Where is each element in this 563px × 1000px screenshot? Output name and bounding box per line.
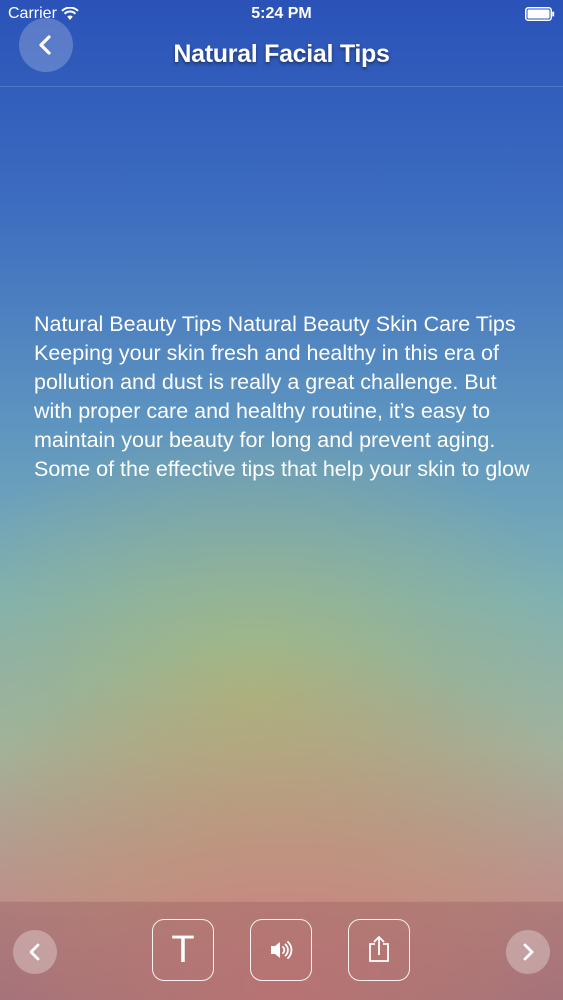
navigation-bar: Natural Facial Tips bbox=[0, 18, 563, 87]
battery-icon bbox=[525, 7, 555, 21]
speak-button[interactable] bbox=[250, 919, 312, 981]
page-title: Natural Facial Tips bbox=[173, 40, 390, 68]
share-button[interactable] bbox=[348, 919, 410, 981]
bottom-toolbar: T bbox=[0, 901, 563, 1000]
status-bar: Carrier 5:24 PM bbox=[0, 0, 563, 28]
speaker-icon bbox=[271, 941, 293, 959]
article-text: Natural Beauty Tips Natural Beauty Skin … bbox=[34, 312, 530, 481]
previous-button[interactable] bbox=[13, 930, 57, 974]
text-size-button[interactable]: T bbox=[152, 919, 214, 981]
chevron-right-icon bbox=[523, 943, 534, 961]
status-time: 5:24 PM bbox=[251, 5, 312, 22]
share-icon bbox=[369, 936, 389, 962]
text-size-icon: T bbox=[171, 929, 195, 971]
chevron-left-icon bbox=[29, 943, 40, 961]
next-button[interactable] bbox=[506, 930, 550, 974]
